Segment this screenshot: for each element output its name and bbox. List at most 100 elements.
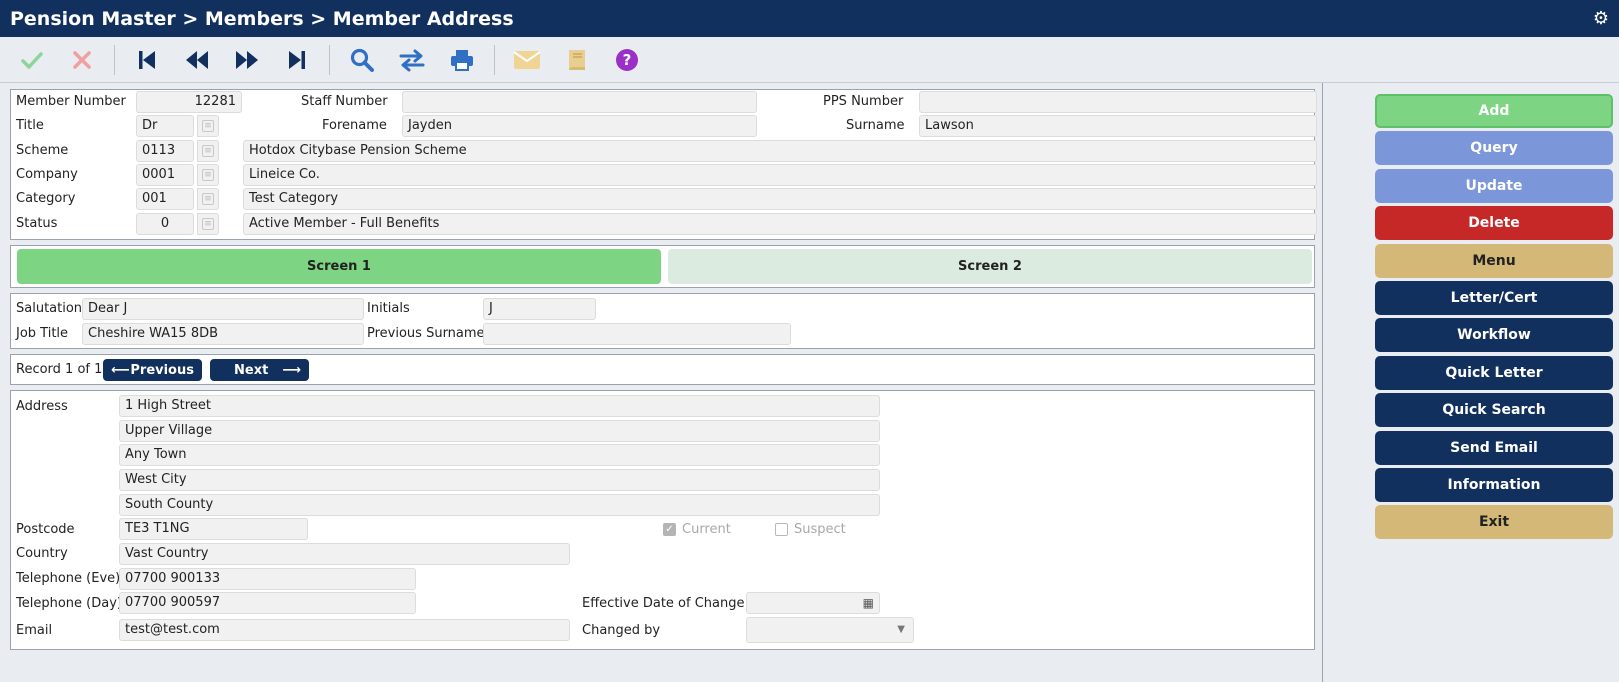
job-title-field[interactable]: Cheshire WA15 8DB [82, 323, 364, 345]
next-label: Next [234, 362, 269, 378]
arrow-left-icon: ⟵ [111, 362, 130, 378]
salutation-label: Salutation [16, 301, 83, 316]
title-lookup-button[interactable]: ≡ [197, 115, 219, 137]
previous-record-button[interactable]: ⟵ Previous [103, 359, 202, 381]
previous-surname-field[interactable] [483, 323, 791, 345]
chevron-down-icon: ▼ [897, 624, 905, 635]
address-line-1-field[interactable]: 1 High Street [119, 395, 880, 417]
initials-field[interactable]: J [483, 298, 596, 320]
job-title-label: Job Title [16, 326, 69, 341]
changed-by-select[interactable]: ▼ [746, 617, 914, 643]
tab-screen-1[interactable]: Screen 1 [17, 249, 661, 284]
telephone-day-field[interactable]: 07700 900597 [119, 592, 416, 614]
tabs-panel: Screen 1 Screen 2 [10, 245, 1315, 288]
quick-letter-button[interactable]: Quick Letter [1375, 356, 1613, 390]
svg-text:?: ? [623, 51, 632, 69]
member-number-field[interactable]: 12281 [136, 91, 242, 113]
swap-icon[interactable] [394, 42, 430, 78]
email-label: Email [16, 623, 53, 638]
address-line-4-field[interactable]: West City [119, 469, 880, 491]
company-lookup-button[interactable]: ≡ [197, 164, 219, 186]
title-bar: Pension Master > Members > Member Addres… [0, 0, 1619, 37]
forename-field[interactable]: Jayden [402, 115, 757, 137]
search-icon[interactable] [344, 42, 380, 78]
surname-field[interactable]: Lawson [919, 115, 1317, 137]
help-icon[interactable]: ? [609, 42, 645, 78]
checkbox-unchecked-icon [775, 523, 788, 536]
toolbar-divider [329, 44, 330, 75]
toolbar-divider [114, 44, 115, 75]
first-record-icon[interactable] [129, 42, 165, 78]
effective-date-label: Effective Date of Change [582, 596, 745, 611]
delete-button[interactable]: Delete [1375, 206, 1613, 240]
address-line-5-field[interactable]: South County [119, 494, 880, 516]
send-email-button[interactable]: Send Email [1375, 431, 1613, 465]
company-name-field: Lineice Co. [243, 164, 1317, 186]
telephone-eve-label: Telephone (Eve) [16, 571, 121, 586]
category-name-field: Test Category [243, 188, 1317, 210]
address-line-2-field[interactable]: Upper Village [119, 420, 880, 442]
lookup-icon: ≡ [202, 120, 214, 132]
status-code-field[interactable]: 0 [136, 213, 194, 235]
address-label: Address [16, 399, 68, 414]
check-icon[interactable] [14, 42, 50, 78]
previous-label: Previous [130, 362, 194, 378]
record-counter: Record 1 of 1 [16, 362, 103, 377]
letter-cert-button[interactable]: Letter/Cert [1375, 281, 1613, 315]
lookup-icon: ≡ [202, 169, 214, 181]
status-name-field: Active Member - Full Benefits [243, 213, 1317, 235]
calendar-icon[interactable]: ▦ [863, 593, 874, 613]
workflow-button[interactable]: Workflow [1375, 318, 1613, 352]
salutation-field[interactable]: Dear J [82, 298, 364, 320]
current-label: Current [682, 522, 731, 537]
status-label: Status [16, 216, 58, 231]
category-code-field[interactable]: 001 [136, 188, 194, 210]
fast-forward-icon[interactable] [229, 42, 265, 78]
scheme-code-field[interactable]: 0113 [136, 140, 194, 162]
next-record-button[interactable]: Next ⟶ [210, 359, 309, 381]
previous-surname-label: Previous Surname [367, 326, 485, 341]
email-field[interactable]: test@test.com [119, 619, 570, 641]
lookup-icon: ≡ [202, 145, 214, 157]
tab-screen-2[interactable]: Screen 2 [668, 249, 1312, 284]
gear-icon[interactable]: ⚙ [1593, 8, 1609, 29]
cross-icon[interactable] [64, 42, 100, 78]
toolbar-divider [494, 44, 495, 75]
postcode-field[interactable]: TE3 T1NG [119, 518, 308, 540]
menu-button[interactable]: Menu [1375, 244, 1613, 278]
initials-label: Initials [367, 301, 410, 316]
telephone-eve-field[interactable]: 07700 900133 [119, 568, 416, 590]
company-code-field[interactable]: 0001 [136, 164, 194, 186]
last-record-icon[interactable] [279, 42, 315, 78]
print-icon[interactable] [444, 42, 480, 78]
suspect-checkbox[interactable]: Suspect [775, 522, 846, 537]
checkbox-checked-icon: ✓ [663, 523, 676, 536]
title-field[interactable]: Dr [136, 115, 194, 137]
forename-label: Forename [322, 118, 387, 133]
status-lookup-button[interactable]: ≡ [197, 213, 219, 235]
scheme-name-field: Hotdox Citybase Pension Scheme [243, 140, 1317, 162]
query-button[interactable]: Query [1375, 131, 1613, 165]
pps-number-field[interactable] [919, 91, 1317, 113]
suspect-label: Suspect [794, 522, 846, 537]
quick-search-button[interactable]: Quick Search [1375, 393, 1613, 427]
address-line-3-field[interactable]: Any Town [119, 444, 880, 466]
update-button[interactable]: Update [1375, 169, 1613, 203]
address-panel: Address 1 High Street Upper Village Any … [10, 390, 1315, 650]
book-icon[interactable] [559, 42, 595, 78]
pps-number-label: PPS Number [823, 94, 904, 109]
rewind-icon[interactable] [179, 42, 215, 78]
scheme-lookup-button[interactable]: ≡ [197, 140, 219, 162]
record-nav-panel: Record 1 of 1 ⟵ Previous Next ⟶ [10, 354, 1315, 385]
member-number-label: Member Number [16, 94, 126, 109]
country-field[interactable]: Vast Country [119, 543, 570, 565]
exit-button[interactable]: Exit [1375, 505, 1613, 539]
information-button[interactable]: Information [1375, 468, 1613, 502]
category-lookup-button[interactable]: ≡ [197, 188, 219, 210]
add-button[interactable]: Add [1375, 94, 1613, 128]
email-icon[interactable] [509, 42, 545, 78]
category-label: Category [16, 191, 76, 206]
staff-number-field[interactable] [402, 91, 757, 113]
current-checkbox[interactable]: ✓ Current [663, 522, 731, 537]
effective-date-field[interactable]: ▦ [746, 592, 880, 614]
